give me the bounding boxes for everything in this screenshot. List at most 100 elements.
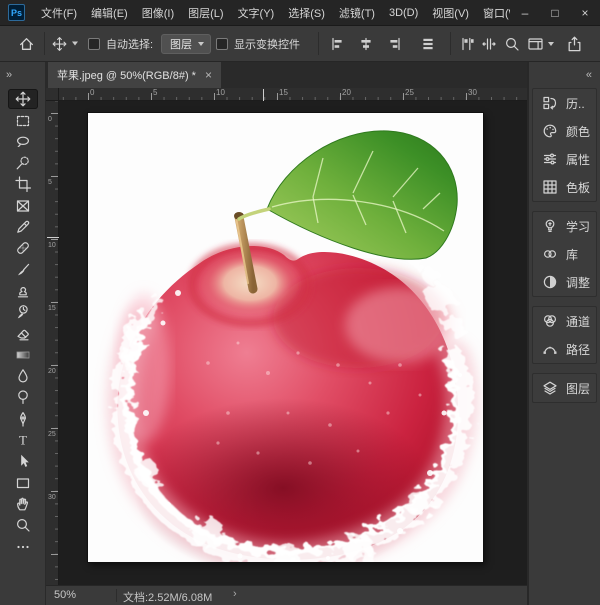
quick-selection-tool[interactable]	[8, 153, 38, 173]
panel-label: 学习	[566, 218, 590, 235]
menu-layer[interactable]: 图层(L)	[181, 5, 230, 21]
align-right-icon	[386, 36, 402, 52]
zoom-tool[interactable]	[8, 515, 38, 535]
panel-label: 属性	[566, 151, 590, 168]
menu-image[interactable]: 图像(I)	[135, 5, 181, 21]
chevron-down-icon	[198, 42, 204, 46]
panel-group: 学习 库 调整	[532, 211, 597, 297]
close-button[interactable]: ×	[570, 0, 600, 25]
rectangle-tool[interactable]	[8, 473, 38, 493]
distribute-vertical-button[interactable]	[459, 36, 475, 52]
document-tab[interactable]: 苹果.jpeg @ 50%(RGB/8#) * ×	[48, 62, 221, 88]
panel-dock: « 历.. 颜色 属性 色板	[527, 62, 600, 605]
tab-close-icon[interactable]: ×	[205, 68, 212, 82]
menu-filter[interactable]: 滤镜(T)	[332, 5, 382, 21]
blur-tool[interactable]	[8, 366, 38, 386]
crop-tool[interactable]	[8, 174, 38, 194]
ruler-tick-label: 0	[90, 88, 94, 97]
history-brush-tool[interactable]	[8, 302, 38, 322]
menu-select[interactable]: 选择(S)	[281, 5, 332, 21]
auto-select-dropdown[interactable]: 图层	[161, 34, 211, 54]
panel-libraries[interactable]: 库	[533, 240, 596, 268]
align-center-button[interactable]	[358, 36, 374, 52]
menu-type[interactable]: 文字(Y)	[231, 5, 282, 21]
spot-healing-brush-tool[interactable]	[8, 238, 38, 258]
chevron-down-icon	[72, 42, 78, 46]
auto-select-checkbox[interactable]	[88, 38, 100, 50]
move-tool-preset[interactable]	[52, 36, 78, 51]
more-tools[interactable]	[8, 537, 38, 557]
panel-color[interactable]: 颜色	[533, 117, 596, 145]
menu-edit[interactable]: 编辑(E)	[84, 5, 135, 21]
ruler-tick-label: 30	[48, 494, 56, 501]
adjustments-icon	[542, 274, 558, 290]
search-button[interactable]	[504, 36, 520, 52]
panel-label: 色板	[566, 179, 590, 196]
divider	[116, 589, 117, 602]
logo-text: Ps	[11, 8, 22, 18]
eyedropper-tool[interactable]	[8, 217, 38, 237]
lasso-tool[interactable]	[8, 132, 38, 152]
panel-adjustments[interactable]: 调整	[533, 268, 596, 296]
show-transform-label: 显示变换控件	[234, 36, 300, 52]
options-bar: 自动选择: 图层 显示变换控件	[0, 26, 600, 62]
panel-group: 通道 路径	[532, 306, 597, 364]
align-left-button[interactable]	[330, 36, 346, 52]
brush-tool[interactable]	[8, 260, 38, 280]
menu-view[interactable]: 视图(V)	[425, 5, 476, 21]
svg-text:T: T	[19, 433, 27, 448]
history-icon	[542, 95, 558, 111]
align-center-icon	[358, 36, 374, 52]
frame-tool[interactable]	[8, 196, 38, 216]
pen-tool[interactable]	[8, 409, 38, 429]
dodge-tool[interactable]	[8, 387, 38, 407]
document-info: 文档:2.52M/6.08M	[123, 589, 212, 605]
panel-layers[interactable]: 图层	[533, 374, 596, 402]
document-canvas[interactable]	[88, 113, 483, 562]
panel-paths[interactable]: 路径	[533, 335, 596, 363]
menu-window[interactable]: 窗口(W)	[476, 5, 510, 21]
distribute-icon	[420, 36, 436, 52]
photoshop-logo-icon: Ps	[8, 4, 25, 21]
home-button[interactable]	[18, 35, 35, 52]
panel-label: 通道	[566, 313, 590, 330]
workspace-switcher[interactable]	[527, 36, 554, 52]
move-tool[interactable]	[8, 89, 38, 109]
panel-properties[interactable]: 属性	[533, 145, 596, 173]
status-expand-icon[interactable]: ›	[233, 588, 237, 600]
distribute-button[interactable]	[420, 36, 436, 52]
share-icon	[566, 35, 583, 52]
swatches-icon	[542, 179, 558, 195]
tools-expand-icon[interactable]: »	[6, 69, 12, 81]
zoom-level[interactable]: 50%	[54, 589, 76, 601]
panel-learn[interactable]: 学习	[533, 212, 596, 240]
flip-horizontal-icon	[481, 36, 497, 52]
divider	[318, 32, 319, 55]
share-button[interactable]	[566, 35, 583, 52]
auto-select-value: 图层	[170, 36, 192, 52]
maximize-button[interactable]: □	[540, 0, 570, 25]
cursor-position-marker	[263, 89, 264, 101]
gradient-tool[interactable]	[8, 345, 38, 365]
path-selection-tool[interactable]	[8, 451, 38, 471]
window-controls: – □ ×	[510, 0, 600, 25]
minimize-button[interactable]: –	[510, 0, 540, 25]
search-icon	[504, 36, 520, 52]
hand-tool[interactable]	[8, 494, 38, 514]
show-transform-checkbox[interactable]	[216, 38, 228, 50]
ruler-tick-label: 25	[405, 88, 414, 97]
flip-button[interactable]	[481, 36, 497, 52]
menu-file[interactable]: 文件(F)	[34, 5, 84, 21]
menu-3d[interactable]: 3D(D)	[382, 7, 425, 19]
panel-history[interactable]: 历..	[533, 89, 596, 117]
align-right-button[interactable]	[386, 36, 402, 52]
panel-swatches[interactable]: 色板	[533, 173, 596, 201]
horizontal-ruler: 0 5 10 15 20 25 30	[46, 88, 527, 101]
type-tool[interactable]: T	[8, 430, 38, 450]
panel-channels[interactable]: 通道	[533, 307, 596, 335]
clone-stamp-tool[interactable]	[8, 281, 38, 301]
eraser-tool[interactable]	[8, 324, 38, 344]
rectangular-marquee-tool[interactable]	[8, 111, 38, 131]
canvas-area[interactable]: 0 5 10 15 20 25 30 0 5 10 15 20 25 30	[46, 88, 527, 585]
panel-collapse-icon[interactable]: «	[586, 69, 592, 81]
